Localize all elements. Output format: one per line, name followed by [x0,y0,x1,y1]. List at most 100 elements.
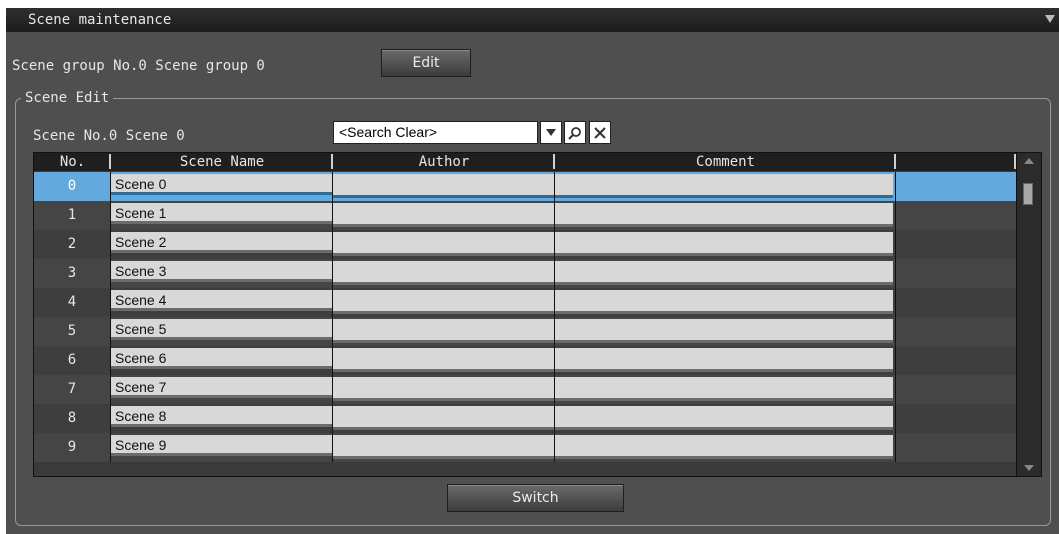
column-header-author[interactable]: Author [333,153,555,171]
table-row[interactable]: 0 Scene 0 [34,172,1016,201]
table-row[interactable]: 9 Scene 9 [34,433,1016,462]
column-divider [895,201,896,230]
author-cell[interactable] [333,261,554,285]
vertical-scrollbar[interactable] [1016,153,1041,476]
scroll-down-icon[interactable] [1024,465,1034,471]
scene-maintenance-panel: Scene maintenance Scene group No.0 Scene… [6,8,1059,534]
clear-button[interactable] [589,121,611,144]
scene-name-cell[interactable]: Scene 3 [111,261,332,282]
table-row[interactable]: 1 Scene 1 [34,201,1016,230]
scene-name-cell[interactable]: Scene 5 [111,319,332,340]
comment-cell[interactable] [555,348,893,372]
table-row[interactable]: 4 Scene 4 [34,288,1016,317]
switch-button[interactable]: Switch [447,484,624,512]
author-cell[interactable] [333,435,554,459]
comment-cell[interactable] [555,290,893,314]
scene-group-label: Scene group No.0 Scene group 0 [12,58,265,74]
scene-name-cell[interactable]: Scene 9 [111,435,332,456]
clear-icon [594,126,606,139]
comment-cell[interactable] [555,203,893,227]
scene-name-cell[interactable]: Scene 1 [111,203,332,224]
row-number: 4 [67,294,77,310]
column-divider [554,317,555,346]
column-divider [895,172,896,201]
column-divider [332,230,333,259]
column-header-comment[interactable]: Comment [555,153,896,171]
column-divider [895,288,896,317]
comment-cell[interactable] [555,406,893,430]
row-number: 5 [67,323,77,339]
scroll-thumb[interactable] [1023,183,1033,205]
author-cell[interactable] [333,203,554,227]
column-divider [110,433,111,462]
table-row[interactable]: 7 Scene 7 [34,375,1016,404]
author-cell[interactable] [333,348,554,372]
comment-cell[interactable] [555,319,893,343]
column-divider [895,230,896,259]
table-row[interactable]: 2 Scene 2 [34,230,1016,259]
column-divider [554,288,555,317]
row-number: 6 [67,352,77,368]
author-cell[interactable] [333,406,554,430]
scene-name-cell[interactable]: Scene 8 [111,406,332,427]
column-divider [554,201,555,230]
table-row[interactable]: 6 Scene 6 [34,346,1016,375]
scroll-up-icon[interactable] [1024,158,1034,164]
table-row[interactable]: 8 Scene 8 [34,404,1016,433]
edit-button[interactable]: Edit [381,49,471,77]
scene-name-cell[interactable]: Scene 6 [111,348,332,369]
column-divider [110,346,111,375]
column-divider [110,404,111,433]
comment-cell[interactable] [555,435,893,459]
scene-name-cell[interactable]: Scene 7 [111,377,332,398]
column-divider [554,404,555,433]
column-divider [332,259,333,288]
row-number: 9 [67,439,77,455]
author-cell[interactable] [333,290,554,314]
column-divider [110,230,111,259]
author-cell[interactable] [333,319,554,343]
column-divider [895,375,896,404]
scene-name-cell[interactable]: Scene 2 [111,232,332,253]
column-header-scene-name[interactable]: Scene Name [111,153,333,171]
column-divider [554,172,555,201]
search-input[interactable]: <Search Clear> [333,121,538,144]
row-number: 2 [67,236,77,252]
column-divider [110,172,111,201]
scene-edit-legend: Scene Edit [21,90,114,106]
comment-cell[interactable] [555,377,893,401]
author-cell[interactable] [333,174,554,198]
column-divider [895,346,896,375]
row-number: 0 [67,178,77,194]
search-button[interactable] [564,121,586,144]
column-header-no[interactable]: No. [34,153,111,171]
column-author-label: Author [418,154,470,170]
column-divider [110,375,111,404]
scene-name-cell[interactable]: Scene 4 [111,290,332,311]
column-divider [895,317,896,346]
comment-cell[interactable] [555,174,893,198]
comment-cell[interactable] [555,261,893,285]
author-cell[interactable] [333,232,554,256]
table-row[interactable]: 5 Scene 5 [34,317,1016,346]
column-divider [332,288,333,317]
column-divider [332,317,333,346]
column-divider [332,433,333,462]
scene-name-cell[interactable]: Scene 0 [111,174,332,195]
column-divider [332,201,333,230]
column-divider [554,259,555,288]
column-divider [554,346,555,375]
search-dropdown-button[interactable] [540,121,562,144]
author-cell[interactable] [333,377,554,401]
collapse-arrow-icon[interactable] [1045,15,1055,23]
column-divider [110,288,111,317]
table-row[interactable]: 3 Scene 3 [34,259,1016,288]
column-divider [895,433,896,462]
column-comment-label: Comment [695,154,755,170]
column-header-extra [896,153,1016,171]
table-header: No. Scene Name Author Comment [34,153,1016,171]
column-divider [110,317,111,346]
column-divider [332,404,333,433]
search-icon [568,126,581,140]
comment-cell[interactable] [555,232,893,256]
